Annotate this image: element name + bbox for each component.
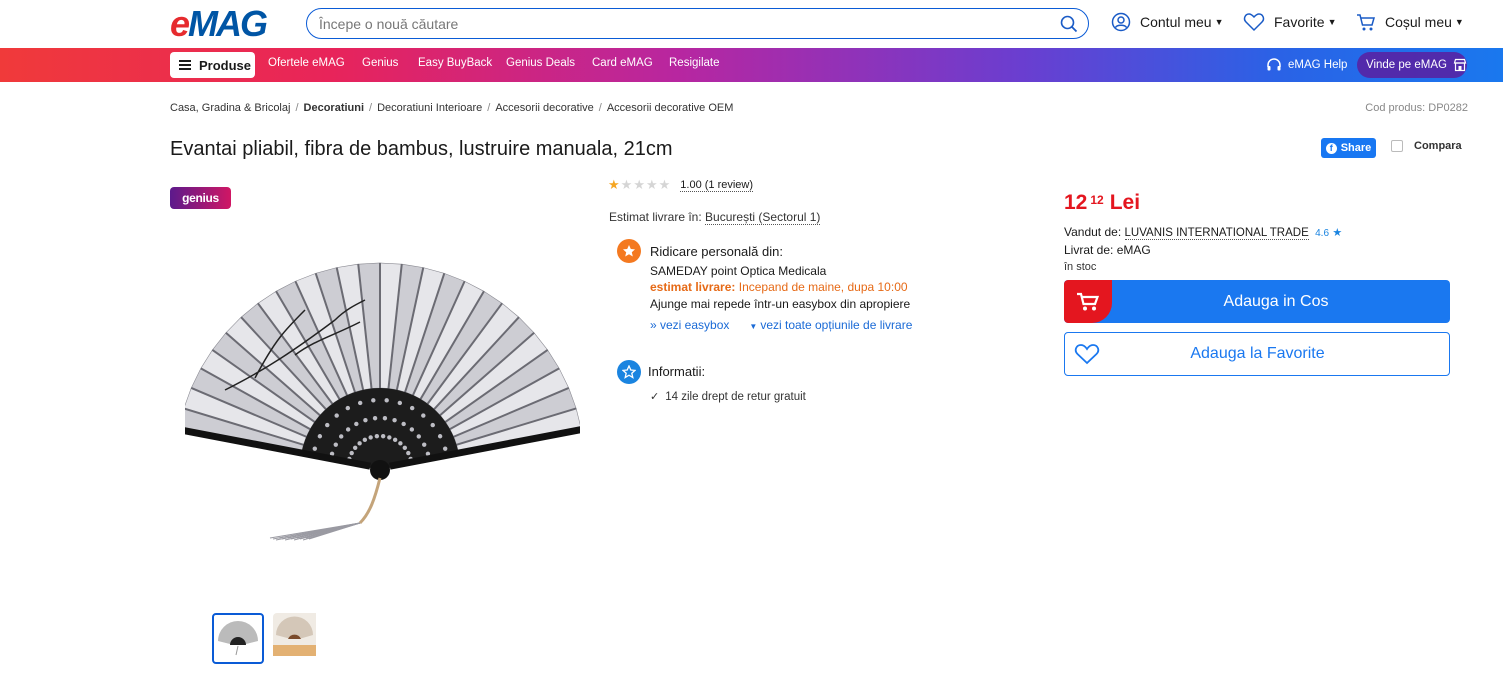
price-integer: 12 (1064, 191, 1088, 214)
facebook-icon: f (1325, 142, 1337, 154)
return-policy-text: 14 zile drept de retur gratuit (665, 390, 806, 403)
breadcrumb-item[interactable]: Decoratiuni (304, 102, 365, 114)
cart-icon (1357, 14, 1375, 31)
pickup-title: Ridicare personală din: (650, 244, 783, 259)
view-delivery-options-link[interactable]: ▼ vezi toate opțiunile de livrare (749, 318, 932, 332)
checkbox-icon (1391, 140, 1403, 152)
pickup-point: SAMEDAY point Optica Medicala (650, 264, 827, 278)
help-label: eMAG Help (1288, 59, 1348, 71)
products-label: Produse (199, 57, 252, 73)
breadcrumb-item[interactable]: Casa, Gradina & Bricolaj (170, 102, 290, 114)
breadcrumb-item[interactable]: Accesorii decorative OEM (607, 102, 734, 114)
pickup-note: Ajunge mai repede într-un easybox din ap… (650, 297, 911, 311)
delivered-by: Livrat de: eMAG (1064, 243, 1151, 257)
price-currency: Lei (1109, 191, 1141, 214)
product-thumbnail[interactable] (212, 613, 264, 664)
hamburger-icon (179, 60, 191, 70)
rating-text[interactable]: 1.00 (1 review) (680, 179, 754, 192)
nav-item-resigilate[interactable]: Resigilate (669, 57, 720, 69)
search-icon[interactable] (1058, 13, 1080, 35)
delivery-estimate: Estimat livrare în: București (Sectorul … (609, 210, 821, 225)
add-to-cart-label: Adauga in Cos (1223, 292, 1329, 310)
stock-status: în stoc (1064, 261, 1097, 273)
chevron-down-icon: ▼ (1327, 17, 1337, 27)
price-decimals: 12 (1090, 193, 1104, 207)
emag-logo[interactable]: eMAG (170, 5, 268, 43)
seller-rating: 4.6 (1315, 228, 1330, 239)
compare-label: Compara (1414, 140, 1462, 152)
nav-item-easy-buyback[interactable]: Easy BuyBack (418, 57, 492, 69)
cart-label: Coșul meu (1385, 14, 1452, 30)
sell-label: Vinde pe eMAG (1366, 59, 1447, 71)
heart-icon (1243, 13, 1265, 32)
sell-on-emag-button[interactable]: Vinde pe eMAG (1357, 52, 1467, 78)
nav-item-card-emag[interactable]: Card eMAG (592, 57, 653, 69)
seller-info: Vandut de: LUVANIS INTERNATIONAL TRADE 4… (1064, 225, 1343, 240)
breadcrumb: Casa, Gradina & Bricolaj / Decoratiuni / D… (170, 102, 734, 114)
favorites-menu[interactable]: Favorite ▼ (1243, 12, 1337, 32)
product-thumbnail[interactable] (273, 613, 325, 664)
pickup-estimate-label: estimat livrare: (650, 280, 736, 294)
favorites-label: Favorite (1274, 14, 1325, 30)
pickup-estimate-value: Incepand de maine, dupa 10:00 (738, 280, 908, 294)
breadcrumb-item[interactable]: Decoratiuni Interioare (377, 102, 482, 114)
nav-item-genius-deals[interactable]: Genius Deals (506, 57, 575, 69)
seller-name-link[interactable]: LUVANIS INTERNATIONAL TRADE (1124, 227, 1309, 240)
search-input[interactable] (307, 9, 1058, 38)
info-star-icon (617, 360, 641, 384)
products-menu-button[interactable]: Produse (170, 52, 255, 78)
product-image[interactable] (174, 260, 586, 550)
delivery-options-label: vezi toate opțiunile de livrare (760, 318, 913, 332)
nav-item-offers[interactable]: Ofertele eMAG (268, 57, 345, 69)
compare-checkbox[interactable]: Compara (1391, 140, 1462, 152)
main-nav: Produse Ofertele eMAG Genius Easy BuyBac… (0, 48, 1503, 82)
breadcrumb-item[interactable]: Accesorii decorative (495, 102, 593, 114)
view-easybox-link[interactable]: » vezi easybox (650, 318, 729, 332)
chevron-down-icon: ▼ (749, 322, 758, 331)
store-icon (1453, 58, 1467, 72)
checkmark-icon: ✓ (650, 391, 660, 403)
delivery-estimate-label: Estimat livrare în: (609, 210, 702, 224)
help-link[interactable]: eMAG Help (1266, 57, 1347, 73)
genius-badge: genius (170, 187, 231, 209)
info-title: Informatii: (648, 364, 706, 379)
search-bar (306, 8, 1089, 39)
facebook-share-button[interactable]: f Share (1321, 138, 1376, 158)
return-policy: ✓ 14 zile drept de retur gratuit (650, 390, 806, 404)
share-label: Share (1340, 142, 1372, 154)
product-price: 12 12 Lei (1064, 191, 1140, 215)
headset-icon (1267, 58, 1281, 71)
product-code: Cod produs: DP0282 (1365, 102, 1468, 114)
star-icon: ★ (1332, 227, 1343, 239)
product-title: Evantai pliabil, fibra de bambus, lustru… (170, 138, 673, 160)
delivery-links: » vezi easybox ▼ vezi toate opțiunile de … (650, 318, 952, 332)
account-menu[interactable]: Contul meu ▼ (1111, 12, 1224, 32)
cart-menu[interactable]: Coșul meu ▼ (1356, 12, 1464, 32)
pickup-estimate: estimat livrare: Incepand de maine, dupa… (650, 280, 908, 294)
chevron-down-icon: ▼ (1214, 17, 1224, 27)
add-to-favorites-button[interactable]: Adauga la Favorite (1064, 332, 1450, 376)
nav-item-genius[interactable]: Genius (362, 57, 398, 69)
account-label: Contul meu (1140, 14, 1212, 30)
rating-stars: ★★★★★ (608, 177, 672, 192)
add-to-cart-button[interactable]: Adauga in Cos (1064, 280, 1450, 323)
sold-by-label: Vandut de: (1064, 225, 1122, 239)
add-to-favorites-label: Adauga la Favorite (1190, 345, 1325, 362)
product-rating[interactable]: ★★★★★ 1.00 (1 review) (608, 177, 754, 193)
user-icon (1111, 12, 1131, 32)
delivery-city-selector[interactable]: București (Sectorul 1) (705, 210, 821, 225)
chevron-down-icon: ▼ (1454, 17, 1464, 27)
pickup-star-icon (617, 239, 641, 263)
header: eMAG Contul meu ▼ Favorite ▼ Coșul meu ▼ (0, 0, 1503, 48)
